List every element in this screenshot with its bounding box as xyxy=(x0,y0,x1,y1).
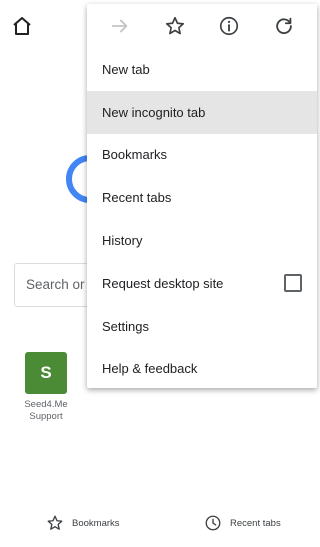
menu-item-label: Settings xyxy=(102,318,149,334)
menu-item-new-tab[interactable]: New tab xyxy=(87,48,317,91)
menu-item-label: Help & feedback xyxy=(102,361,198,377)
shortcut-tile-icon: S xyxy=(25,352,67,394)
shortcut-tile[interactable]: S Seed4.Me Support xyxy=(14,352,78,423)
bookmark-button[interactable] xyxy=(161,12,189,40)
shortcut-tile-label: Seed4.Me Support xyxy=(24,399,68,422)
bottom-bookmarks-link[interactable]: Bookmarks xyxy=(46,514,120,532)
menu-item-label: Recent tabs xyxy=(102,190,172,206)
refresh-button[interactable] xyxy=(270,12,298,40)
menu-item-recent-tabs[interactable]: Recent tabs xyxy=(87,176,317,219)
star-icon xyxy=(47,515,63,530)
menu-item-label: New incognito tab xyxy=(102,104,206,120)
home-icon xyxy=(13,17,31,35)
desktop-site-checkbox[interactable] xyxy=(284,274,302,293)
menu-item-help-feedback[interactable]: Help & feedback xyxy=(87,348,317,391)
menu-item-label: History xyxy=(102,233,143,249)
menu-toolbar xyxy=(87,4,317,48)
overflow-menu: New tab New incognito tab Bookmarks Rece… xyxy=(87,4,317,388)
bottom-bookmarks-label: Bookmarks xyxy=(72,517,120,529)
menu-item-new-incognito-tab[interactable]: New incognito tab xyxy=(87,90,317,134)
bottom-recent-tabs-label: Recent tabs xyxy=(230,517,281,529)
forward-button[interactable] xyxy=(106,12,134,40)
menu-item-settings[interactable]: Settings xyxy=(87,305,317,348)
menu-item-label: Bookmarks xyxy=(102,147,168,163)
star-icon xyxy=(165,16,184,35)
refresh-icon xyxy=(276,17,292,34)
clock-icon xyxy=(205,515,221,531)
info-icon xyxy=(220,16,239,36)
menu-item-label: Request desktop site xyxy=(102,275,224,291)
menu-item-request-desktop-site[interactable]: Request desktop site xyxy=(87,262,317,305)
bottom-recent-tabs-link[interactable]: Recent tabs xyxy=(204,514,281,532)
menu-item-history[interactable]: History xyxy=(87,219,317,262)
search-placeholder: Search or t xyxy=(26,277,93,292)
page-info-button[interactable] xyxy=(215,12,243,40)
menu-item-bookmarks[interactable]: Bookmarks xyxy=(87,134,317,177)
home-button[interactable] xyxy=(10,14,34,38)
forward-icon xyxy=(112,19,128,33)
menu-item-label: New tab xyxy=(102,61,150,77)
